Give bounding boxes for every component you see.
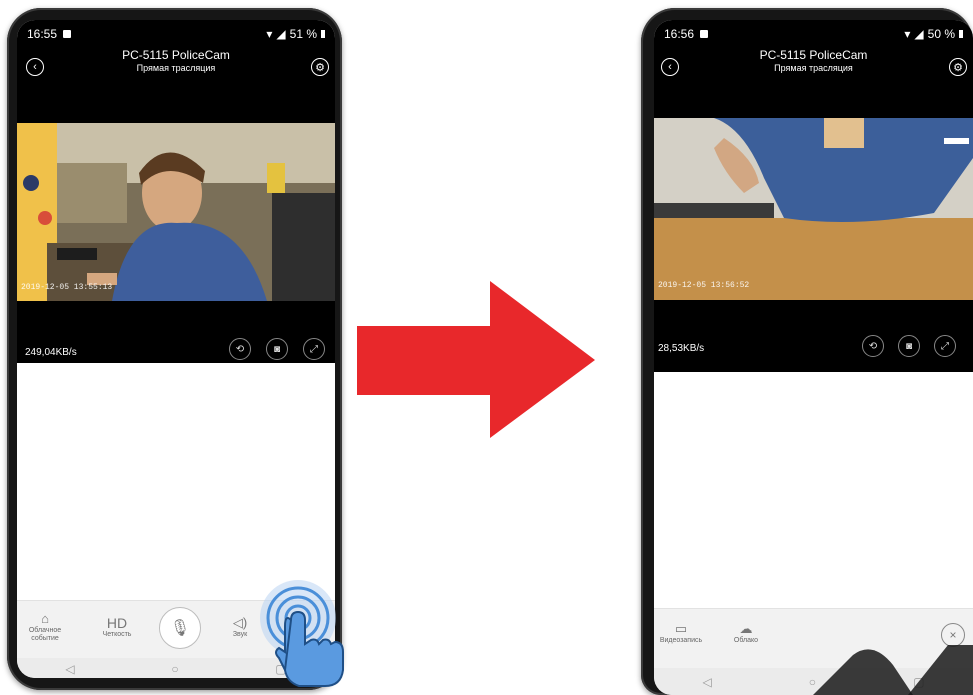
- right-page-subtitle: Прямая трасляция: [774, 63, 853, 73]
- video-record-icon: ▭: [674, 621, 688, 636]
- video-record-button[interactable]: ▭ Видеозапись: [656, 621, 706, 645]
- left-status-time: 16:55: [27, 27, 58, 41]
- left-video-frame: [17, 123, 335, 301]
- right-battery-text: 50 %: [927, 27, 955, 41]
- sound-label: Звук: [232, 631, 248, 638]
- left-page-title: PC-5115 PoliceCam: [122, 48, 230, 62]
- camera-icon-right[interactable]: ◙: [898, 335, 920, 357]
- cloud-icon: ☁: [739, 621, 753, 636]
- settings-icon-right[interactable]: ⚙: [949, 58, 967, 76]
- nav-home-icon[interactable]: ○: [171, 662, 178, 676]
- left-page-subtitle: Прямая трасляция: [136, 63, 216, 73]
- left-page-header: PC-5115 PoliceCam Прямая трасляция: [17, 48, 335, 73]
- right-screen: 16:56 ▾ ◢ 50 % ‹ PC-5115 PoliceCam Пряма…: [654, 20, 973, 695]
- right-live-video[interactable]: 2019-12-05 13:56:52: [654, 118, 973, 300]
- hd-icon: HD: [106, 615, 128, 631]
- cloud-event-label: Облачное событие: [28, 627, 62, 642]
- nav-back-icon[interactable]: ◁: [65, 662, 74, 676]
- signal-icon-right: ◢: [914, 27, 924, 41]
- sound-icon: ◁): [232, 615, 248, 630]
- signal-icon: ◢: [276, 27, 286, 41]
- left-battery-text: 51 %: [289, 27, 317, 41]
- right-arrow-icon: [357, 281, 595, 438]
- right-status-time: 16:56: [664, 27, 695, 41]
- right-video-frame: [654, 118, 973, 300]
- settings-icon[interactable]: ⚙: [311, 58, 329, 76]
- decorative-swoosh: [813, 645, 973, 695]
- right-stream-speed: 28,53KB/s: [658, 343, 705, 354]
- cloud-label: Облако: [733, 637, 759, 644]
- right-page-title: PC-5115 PoliceCam: [759, 48, 868, 62]
- video-record-label: Видеозапись: [659, 637, 703, 644]
- left-live-video[interactable]: 2019-12-05 13:55:13: [17, 123, 335, 301]
- gallery-notification-icon: [63, 30, 72, 38]
- right-status-bar: 16:56 ▾ ◢ 50 %: [664, 26, 963, 42]
- gallery-notification-icon-right: [700, 30, 709, 38]
- cloud-button[interactable]: ☁ Облако: [728, 621, 764, 645]
- cloud-event-icon: ⌂: [41, 611, 49, 626]
- right-phone: 16:56 ▾ ◢ 50 % ‹ PC-5115 PoliceCam Пряма…: [641, 8, 973, 695]
- left-video-timestamp: 2019-12-05 13:55:13: [21, 283, 113, 292]
- sound-button[interactable]: ◁) Звук: [222, 615, 258, 639]
- left-stream-speed: 249,04KB/s: [25, 347, 77, 358]
- fullscreen-icon[interactable]: ⤢: [303, 338, 325, 360]
- replay-icon-right[interactable]: ⟲: [862, 335, 884, 357]
- tap-indicator: [260, 580, 344, 687]
- cloud-event-button[interactable]: ⌂ Облачное событие: [21, 611, 69, 643]
- replay-icon[interactable]: ⟲: [229, 338, 251, 360]
- nav-back-icon-right[interactable]: ◁: [703, 675, 712, 689]
- quality-label: Четкость: [102, 631, 132, 638]
- microphone-icon: 🎙︎: [169, 620, 191, 637]
- fullscreen-icon-right[interactable]: ⤢: [934, 335, 956, 357]
- battery-icon-right: [959, 30, 963, 38]
- microphone-button[interactable]: 🎙︎: [159, 607, 201, 649]
- wifi-icon-right: ▾: [904, 27, 911, 41]
- camera-icon[interactable]: ◙: [266, 338, 288, 360]
- left-status-bar: 16:55 ▾ ◢ 51 %: [27, 26, 325, 42]
- battery-icon: [321, 30, 325, 38]
- right-video-timestamp: 2019-12-05 13:56:52: [658, 281, 750, 290]
- quality-button[interactable]: HD Четкость: [87, 615, 147, 639]
- wifi-icon: ▾: [266, 27, 273, 41]
- right-page-header: PC-5115 PoliceCam Прямая трасляция: [654, 48, 973, 73]
